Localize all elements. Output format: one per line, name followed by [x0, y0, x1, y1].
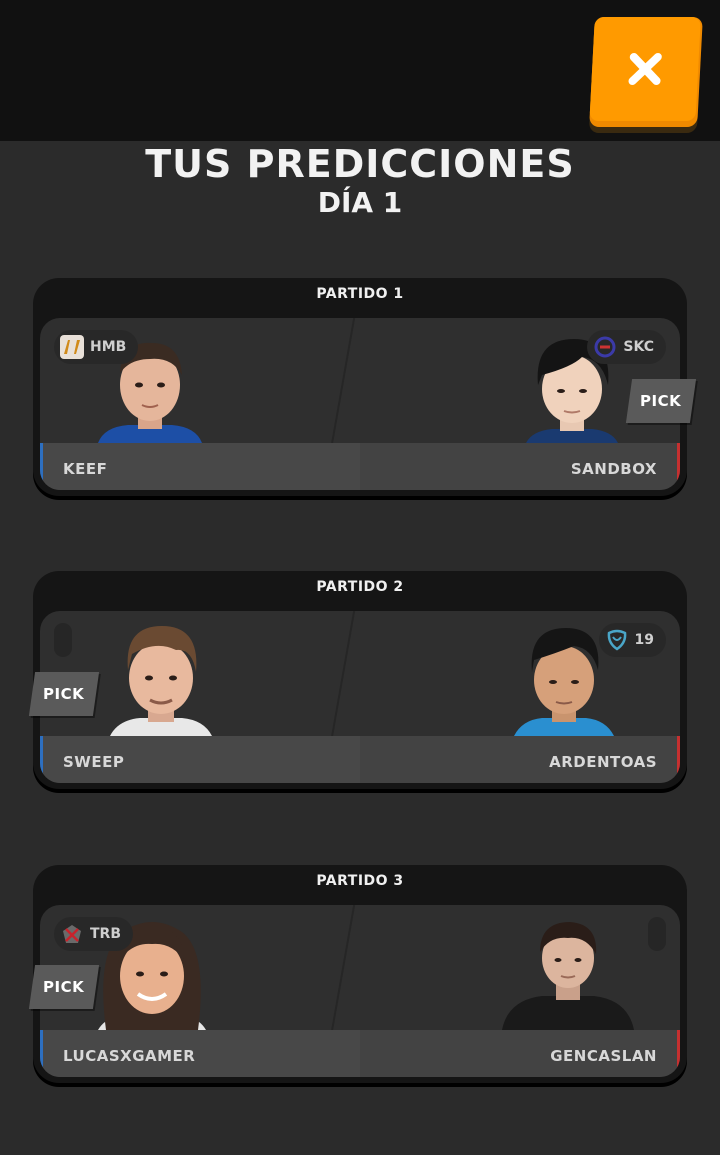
match-title: PARTIDO 3 [316, 873, 404, 889]
player-avatar-gencaslan[interactable] [502, 916, 634, 1030]
page-subtitle: DÍA 1 [317, 186, 403, 219]
player-name-right[interactable]: GENCASLAN [550, 1047, 657, 1065]
team-name: SKC [623, 339, 654, 355]
pick-tag-left[interactable]: PICK [28, 965, 100, 1009]
pick-tag-right[interactable]: PICK [625, 379, 697, 423]
player-avatar-sweep[interactable] [106, 620, 216, 736]
player-name-left[interactable]: SWEEP [63, 753, 124, 771]
team-name: TRB [90, 926, 122, 942]
match-title: PARTIDO 1 [316, 286, 404, 302]
close-icon [628, 53, 662, 85]
team-badge-right-empty [648, 917, 666, 951]
skc-logo-icon [593, 335, 617, 359]
page-title: TUS PREDICCIONES [145, 142, 575, 186]
match-card-2: PARTIDO 2 19 SWEEP ARDENTOAS PICK [28, 571, 687, 789]
match-title: PARTIDO 2 [316, 579, 404, 595]
team-badge-left-empty [54, 623, 72, 657]
match-body: HMB SKC KEEF SANDBOX [40, 318, 680, 490]
match-card-1: PARTIDO 1 HMB SKC KEEF SANDBOX PICK [33, 278, 697, 496]
close-button[interactable] [589, 17, 703, 127]
team-badge-left: TRB [54, 917, 134, 951]
player-name-left[interactable]: LUCASXGAMER [63, 1047, 195, 1065]
team-badge-left: HMB [54, 330, 139, 364]
match-body: TRB LUCASXGAMER GENCASLAN [40, 905, 680, 1077]
player-name-right[interactable]: SANDBOX [571, 460, 657, 478]
team-badge-right: SKC [587, 330, 666, 364]
hmb-logo-icon [60, 335, 84, 359]
pick-tag-left[interactable]: PICK [28, 672, 100, 716]
name-bar: KEEF SANDBOX [40, 443, 680, 490]
match-body: 19 SWEEP ARDENTOAS [40, 611, 680, 783]
match-card-3: PARTIDO 3 TRB LUCASXGAMER GENCASLAN PICK [28, 865, 687, 1083]
page-header: TUS PREDICCIONES DÍA 1 [0, 142, 720, 220]
trb-logo-icon [60, 922, 84, 946]
player-name-right[interactable]: ARDENTOAS [549, 753, 657, 771]
nineteen-logo-icon [605, 628, 629, 652]
team-badge-right: 19 [598, 623, 666, 657]
team-name: HMB [90, 339, 127, 355]
team-name: 19 [634, 632, 654, 648]
name-bar: LUCASXGAMER GENCASLAN [40, 1030, 680, 1077]
player-name-left[interactable]: KEEF [63, 460, 107, 478]
name-bar: SWEEP ARDENTOAS [40, 736, 680, 783]
